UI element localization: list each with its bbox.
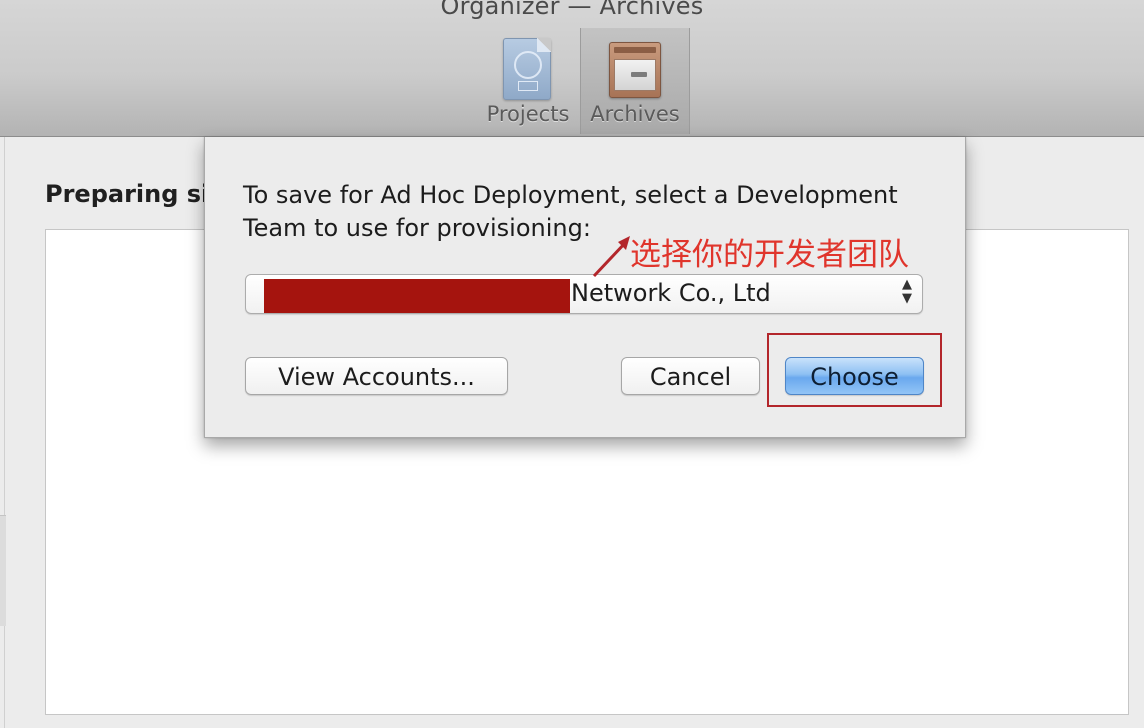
annotation-label: 选择你的开发者团队 <box>630 237 909 273</box>
toolbar-item-archives[interactable]: Archives <box>580 28 690 134</box>
development-team-popup[interactable]: Network Co., Ltd ▲ ▼ <box>245 274 923 314</box>
toolbar-item-label: Archives <box>590 102 680 126</box>
toolbar-item-projects[interactable]: Projects <box>476 28 580 134</box>
preparing-heading: Preparing si <box>45 180 210 208</box>
archive-cabinet-icon <box>609 42 661 98</box>
select-team-sheet: To save for Ad Hoc Deployment, select a … <box>204 137 966 438</box>
toolbar-item-label: Projects <box>486 102 570 126</box>
popup-updown-arrows-icon: ▲ ▼ <box>902 277 912 306</box>
cancel-button[interactable]: Cancel <box>621 357 760 395</box>
view-accounts-button[interactable]: View Accounts... <box>245 357 508 395</box>
organizer-window: Organizer — Archives Projects Archives P… <box>0 0 1144 728</box>
left-edge-strip <box>0 515 6 626</box>
toolbar: Organizer — Archives Projects Archives <box>0 0 1144 137</box>
redacted-team-name <box>264 279 570 313</box>
choose-button[interactable]: Choose <box>785 357 924 395</box>
xcode-project-document-icon <box>503 38 551 100</box>
team-name-value: Network Co., Ltd <box>571 279 771 307</box>
annotation-arrow-icon <box>592 236 630 278</box>
window-title: Organizer — Archives <box>440 0 704 20</box>
